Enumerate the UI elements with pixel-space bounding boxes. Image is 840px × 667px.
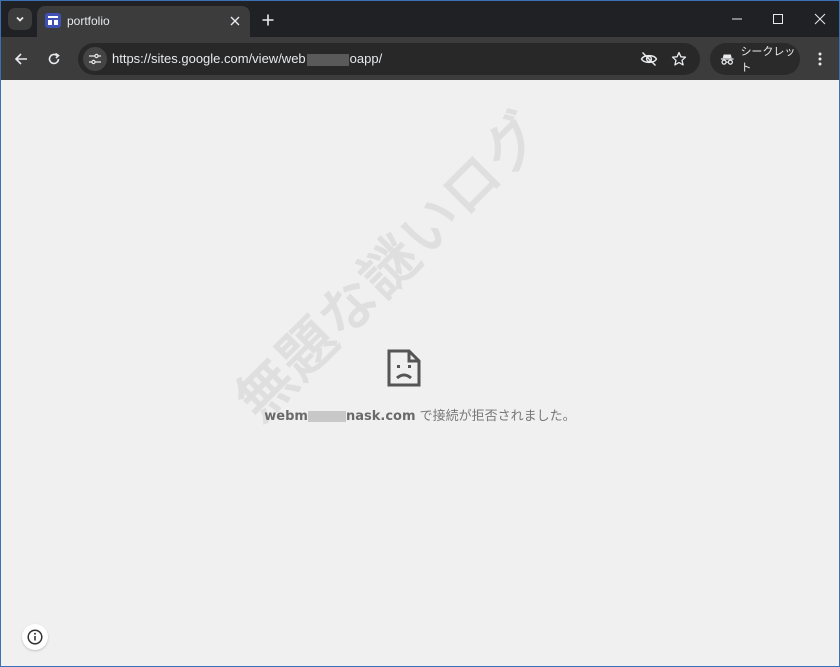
info-icon xyxy=(27,629,43,645)
url-text[interactable]: https://sites.google.com/view/web oapp/ xyxy=(112,51,382,66)
minimize-button[interactable] xyxy=(724,7,750,31)
tab-title: portfolio xyxy=(67,14,110,28)
incognito-indicator[interactable]: シークレット xyxy=(710,43,800,75)
back-arrow-icon xyxy=(14,53,27,65)
new-tab-button[interactable] xyxy=(257,9,279,31)
tab-strip: portfolio xyxy=(1,1,839,37)
incognito-label: シークレット xyxy=(740,45,796,74)
reload-icon xyxy=(48,52,60,65)
address-bar[interactable]: https://sites.google.com/view/web oapp/ xyxy=(78,43,700,75)
info-button[interactable] xyxy=(22,624,48,650)
site-info-button[interactable] xyxy=(83,47,107,71)
redaction-block xyxy=(307,411,346,422)
toolbar: https://sites.google.com/view/web oapp/ xyxy=(1,37,839,80)
sad-page-icon xyxy=(387,349,421,387)
maximize-icon xyxy=(773,14,783,24)
redaction-block xyxy=(306,53,349,66)
incognito-icon xyxy=(720,54,734,65)
error-message-text: で接続が拒否されました。 xyxy=(419,409,576,424)
back-button[interactable] xyxy=(8,46,34,72)
tab-search-button[interactable] xyxy=(8,8,32,30)
error-host: webm nask.com xyxy=(264,409,416,424)
chevron-down-icon xyxy=(16,16,24,22)
close-window-button[interactable] xyxy=(807,7,833,31)
url-prefix: https://sites.google.com/view/web xyxy=(112,51,306,66)
plus-icon xyxy=(262,14,274,26)
eye-off-icon xyxy=(640,52,658,66)
star-icon xyxy=(671,51,687,66)
reload-button[interactable] xyxy=(41,46,67,72)
close-icon xyxy=(814,13,826,25)
bookmark-button[interactable] xyxy=(669,49,689,69)
page-content: 無題な謎いログ webm nask.com で接続が拒否されました。 xyxy=(1,80,839,666)
close-icon xyxy=(230,16,240,26)
url-suffix: oapp/ xyxy=(349,51,383,66)
tab-close-button[interactable] xyxy=(226,12,244,30)
maximize-button[interactable] xyxy=(765,7,791,31)
menu-button[interactable] xyxy=(807,46,833,72)
sites-favicon xyxy=(45,13,61,28)
tab-portfolio[interactable]: portfolio xyxy=(37,6,250,37)
tune-icon xyxy=(89,53,101,65)
tracking-protection-button[interactable] xyxy=(639,49,659,69)
more-vert-icon xyxy=(818,52,822,66)
minimize-icon xyxy=(732,18,742,20)
browser-window: portfolio https://sites.google.com/view/… xyxy=(0,0,840,667)
error-message: webm nask.com で接続が拒否されました。 xyxy=(1,405,839,424)
